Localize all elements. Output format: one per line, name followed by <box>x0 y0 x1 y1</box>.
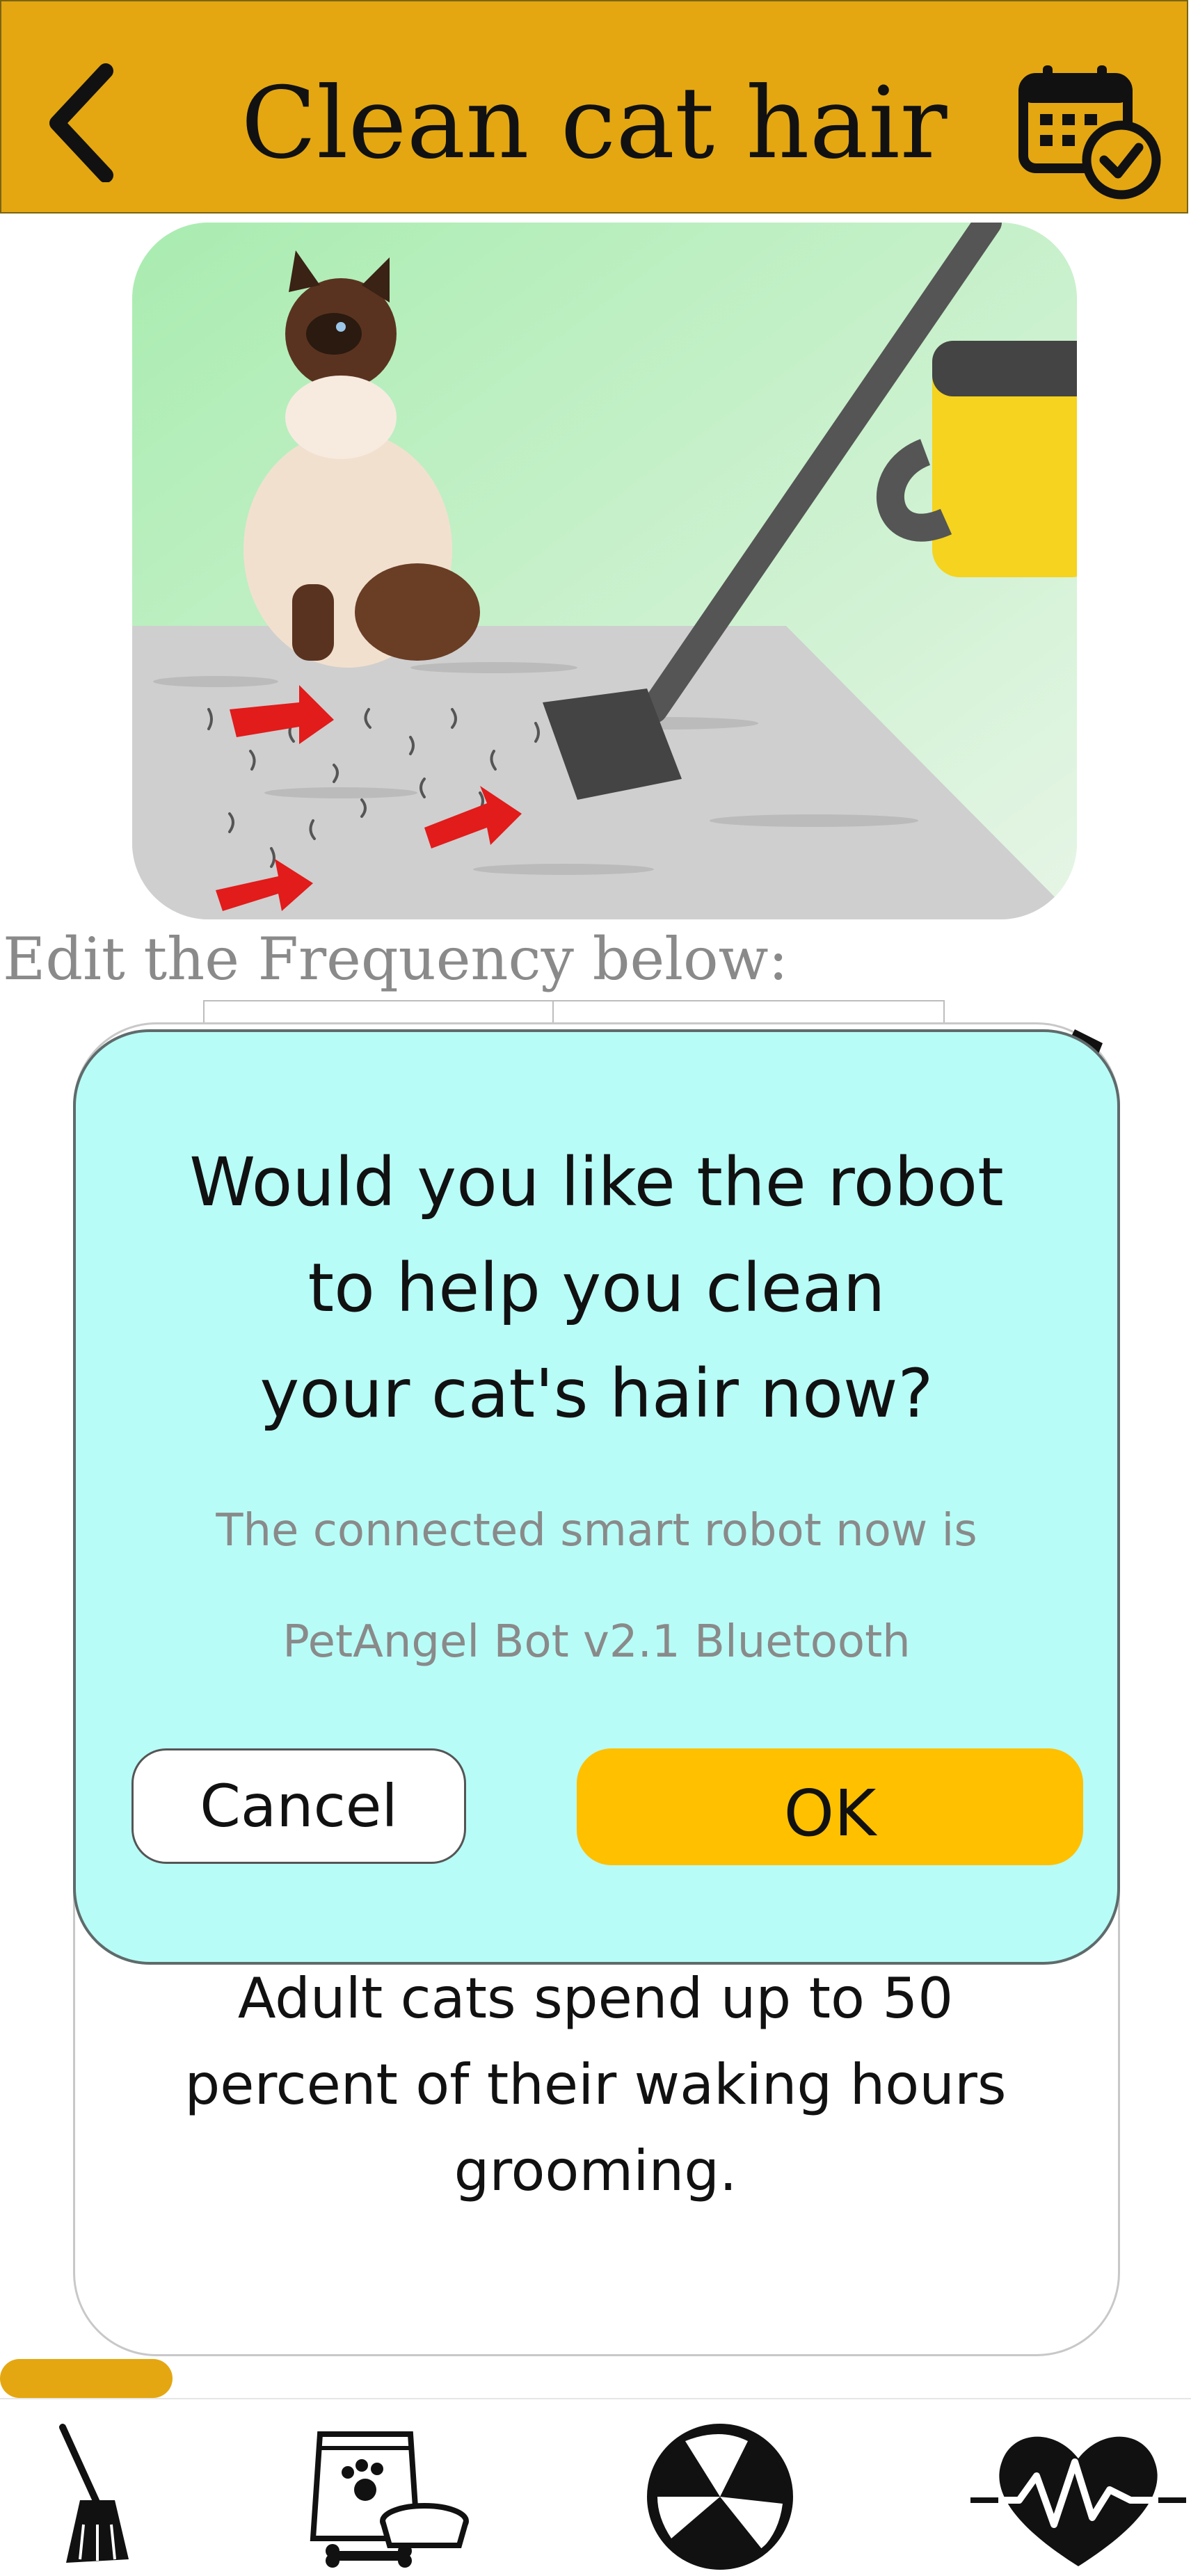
page-title: Clean cat hair <box>241 66 948 181</box>
nav-item-play[interactable] <box>644 2420 797 2573</box>
ball-icon <box>647 2424 793 2570</box>
nav-item-food[interactable] <box>306 2420 473 2573</box>
nav-item-cleaning[interactable] <box>42 2420 146 2573</box>
calendar-check-icon <box>1018 65 1161 200</box>
chevron-left-icon <box>49 63 113 183</box>
ok-button[interactable]: OK <box>577 1748 1083 1865</box>
back-button[interactable] <box>29 57 134 183</box>
progress-bar <box>0 2359 173 2398</box>
bottom-nav <box>0 2399 1191 2576</box>
fact-line: percent of their waking hours <box>184 2052 1007 2117</box>
fact-line: grooming. <box>454 2139 737 2203</box>
cat-fact: Adult cats spend up to 50 percent of the… <box>125 1956 1066 2214</box>
cancel-button[interactable]: Cancel <box>131 1748 466 1864</box>
progress-track <box>0 2359 1191 2398</box>
app-header: Clean cat hair <box>0 0 1188 214</box>
dialog-question-line: your cat's hair now? <box>259 1355 934 1433</box>
broom-icon <box>59 2424 129 2563</box>
dialog-question-line: to help you clean <box>307 1249 886 1327</box>
robot-name: PetAngel Bot v2.1 Bluetooth <box>282 1616 911 1668</box>
calendar-button[interactable] <box>1014 63 1163 202</box>
heartbeat-icon <box>970 2436 1186 2566</box>
robot-help-dialog: Would you like the robot to help you cle… <box>73 1029 1120 1965</box>
fact-line: Adult cats spend up to 50 <box>237 1966 954 2031</box>
frequency-label: Edit the Frequency below: <box>3 925 788 993</box>
dialog-question-line: Would you like the robot <box>189 1143 1004 1221</box>
dialog-question: Would you like the robot to help you cle… <box>76 1129 1117 1447</box>
dialog-subtitle: The connected smart robot now is <box>216 1505 977 1556</box>
cat-vacuum-illustration <box>132 223 1077 919</box>
pet-food-icon <box>310 2431 469 2568</box>
nav-item-health[interactable] <box>970 2420 1186 2573</box>
